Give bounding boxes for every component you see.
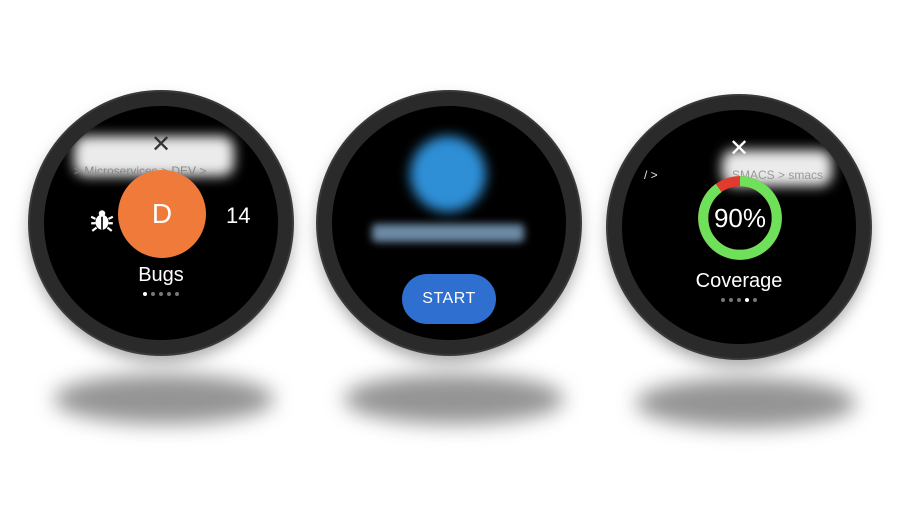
metric-label: Bugs bbox=[138, 264, 184, 286]
stage: ✕ > Microservices > DEV > D 14 Bugs STAR… bbox=[0, 0, 900, 506]
bug-count: 14 bbox=[226, 203, 251, 228]
watch-shadow bbox=[344, 374, 564, 424]
watch-start: START bbox=[318, 92, 580, 354]
page-dot bbox=[753, 298, 757, 302]
breadcrumb-left: / > bbox=[644, 168, 658, 182]
page-dot bbox=[143, 292, 147, 296]
blurred-title bbox=[372, 224, 524, 242]
close-icon[interactable]: ✕ bbox=[622, 136, 856, 160]
watch-shadow bbox=[54, 374, 274, 424]
page-dot bbox=[175, 292, 179, 296]
page-dot bbox=[151, 292, 155, 296]
coverage-percent: 90% bbox=[713, 202, 767, 233]
page-dot bbox=[729, 298, 733, 302]
watch-screen: ✕ / > SMACS > smacs 90% Coverage bbox=[622, 110, 856, 344]
watch-coverage: ✕ / > SMACS > smacs 90% Coverage bbox=[608, 96, 870, 358]
avatar[interactable]: D bbox=[118, 170, 206, 258]
start-button[interactable]: START bbox=[402, 274, 496, 324]
start-button-label: START bbox=[422, 290, 476, 307]
watch-screen: START bbox=[332, 106, 566, 340]
page-dot bbox=[721, 298, 725, 302]
page-dot bbox=[745, 298, 749, 302]
watch-screen: ✕ > Microservices > DEV > D 14 Bugs bbox=[44, 106, 278, 340]
page-dot bbox=[737, 298, 741, 302]
close-icon[interactable]: ✕ bbox=[44, 132, 278, 156]
watch-shadow bbox=[636, 378, 856, 428]
page-dot bbox=[159, 292, 163, 296]
metric-label: Coverage bbox=[695, 270, 783, 292]
avatar-letter: D bbox=[151, 198, 173, 229]
page-dot bbox=[167, 292, 171, 296]
page-indicator bbox=[44, 292, 278, 296]
bug-icon bbox=[90, 210, 114, 232]
watch-bugs: ✕ > Microservices > DEV > D 14 Bugs bbox=[30, 92, 292, 354]
page-indicator bbox=[622, 298, 856, 302]
blurred-app-icon bbox=[410, 136, 486, 212]
